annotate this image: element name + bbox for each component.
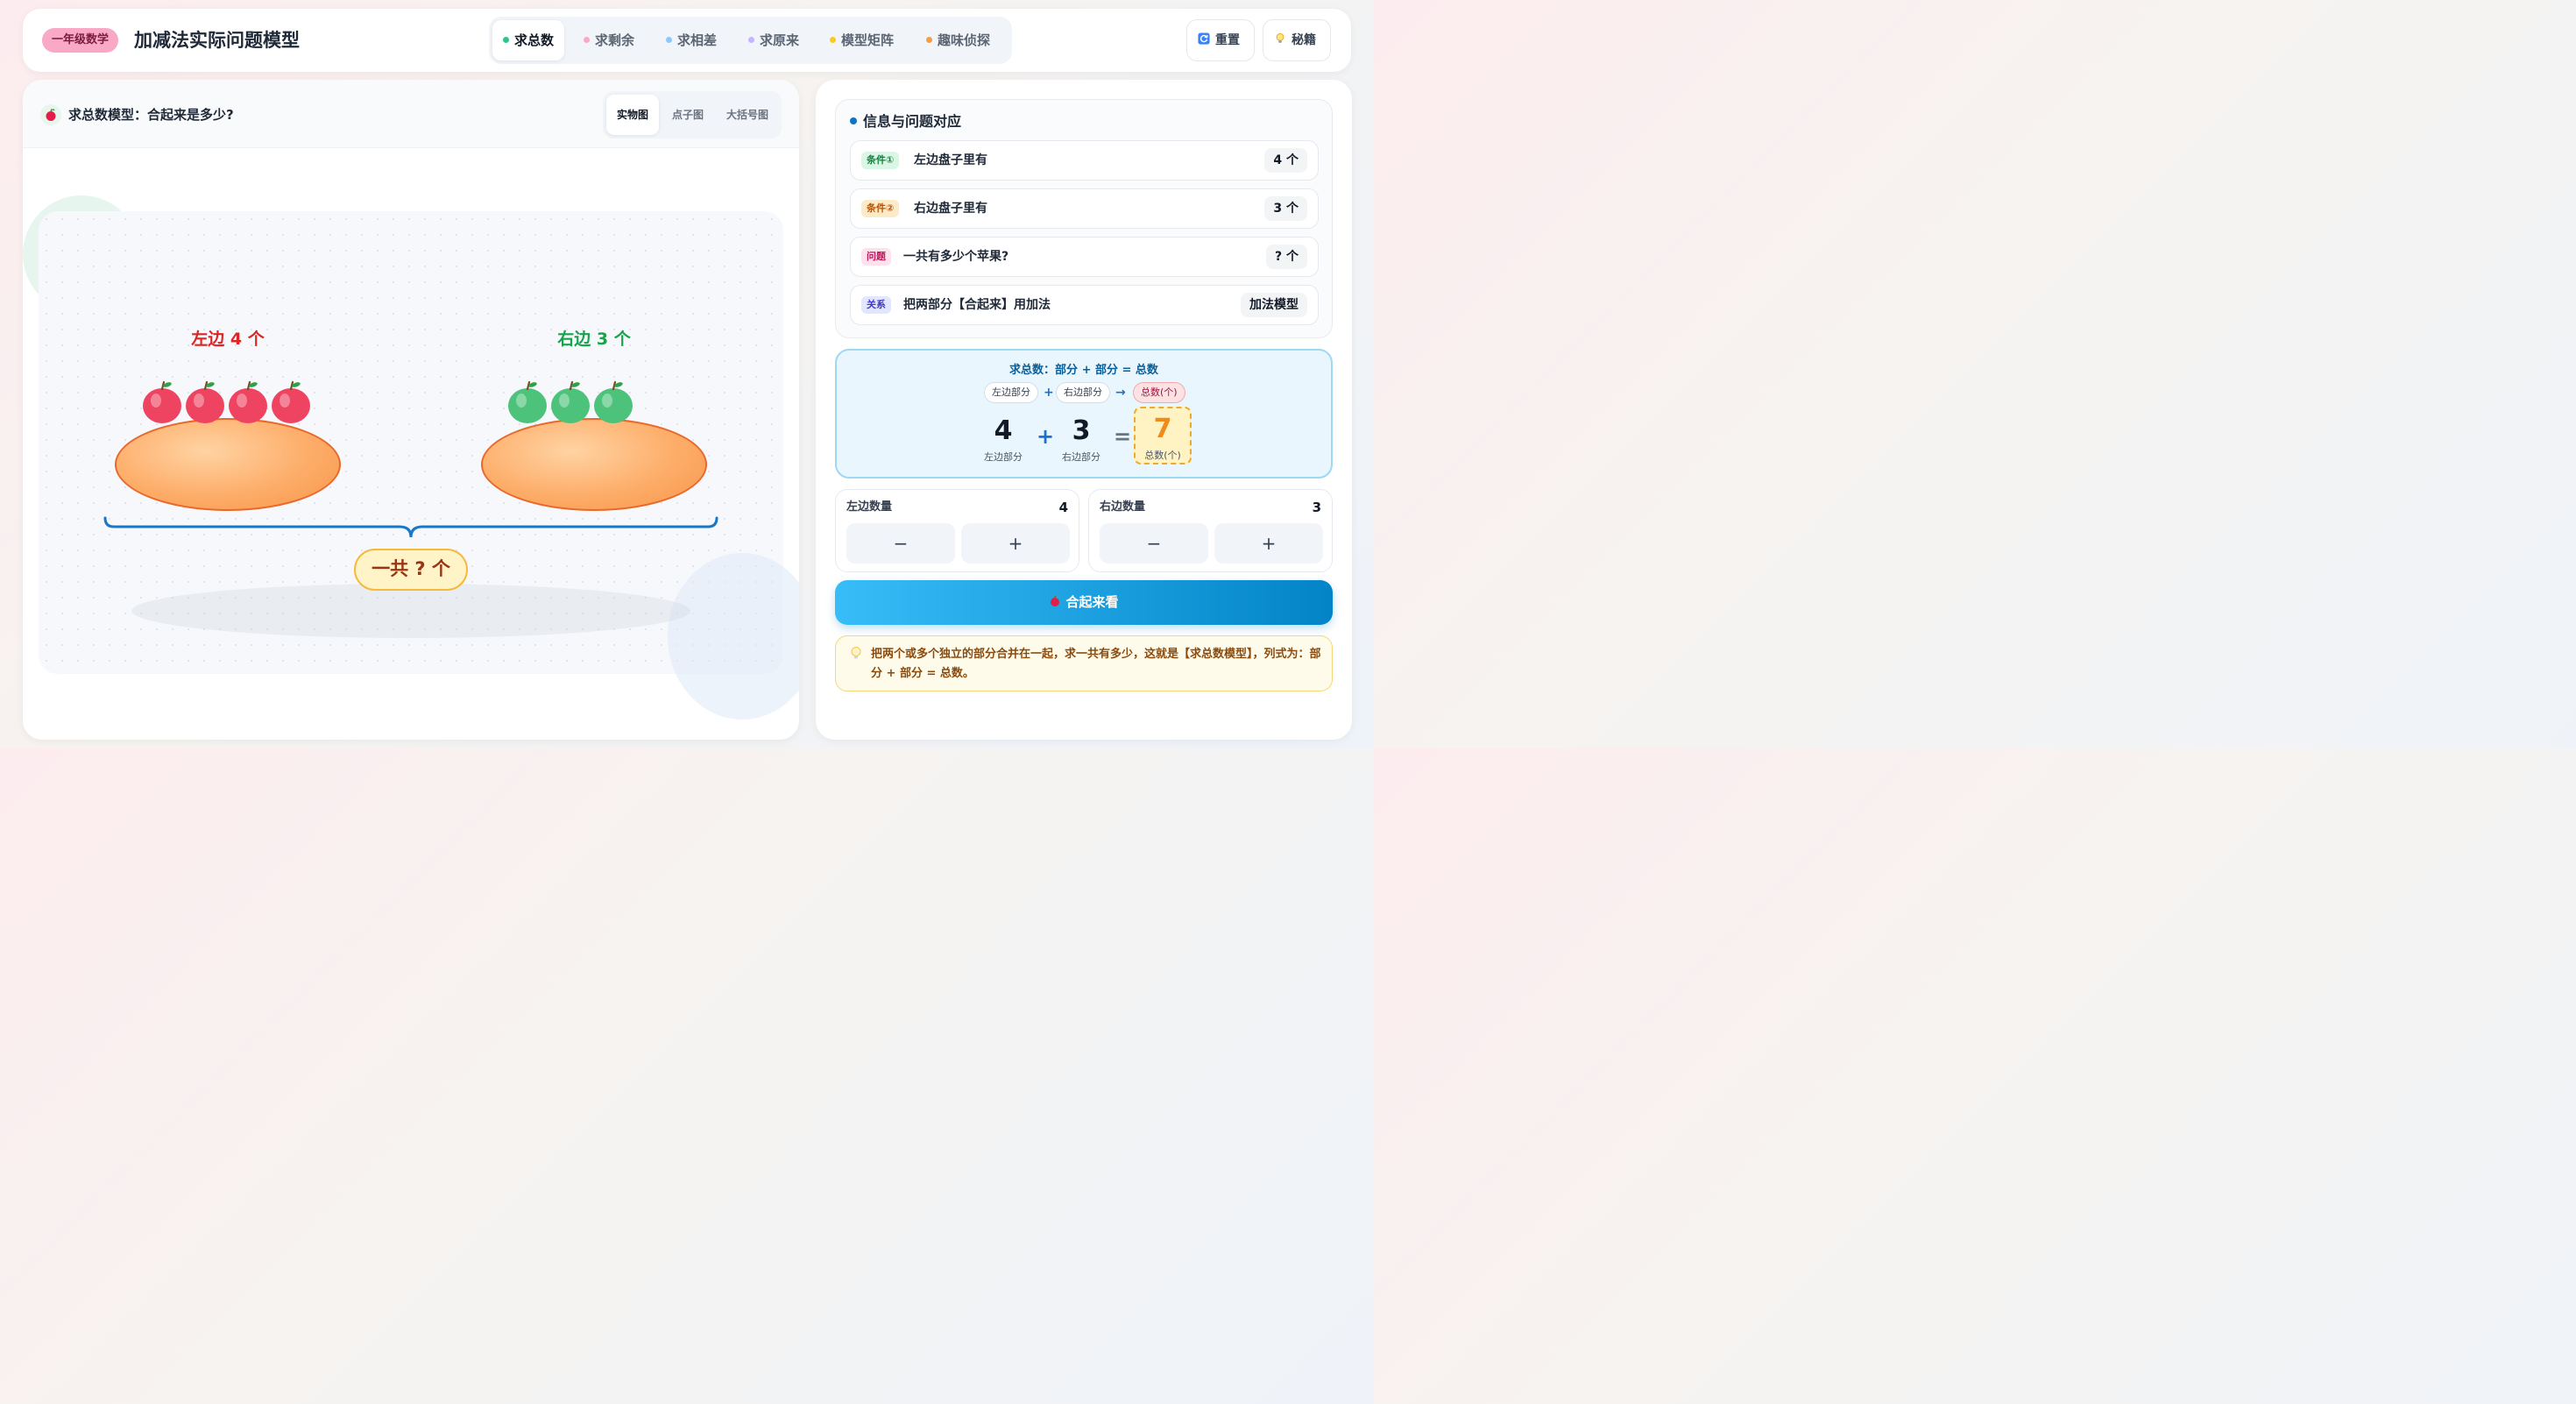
equation-equals: = — [1114, 424, 1132, 449]
equation-left-number: 4 — [994, 415, 1013, 446]
info-row-condition-1: 条件① 左边盘子里有 4 个 — [850, 140, 1319, 181]
apple-icon[interactable] — [506, 379, 549, 425]
condition-2-value: 3 个 — [1264, 196, 1307, 221]
relation-value: 加法模型 — [1241, 293, 1307, 317]
tab-model-matrix[interactable]: 模型矩阵 — [819, 20, 904, 60]
grade-badge: 一年级数学 — [42, 28, 119, 53]
chip-left-part: 左边部分 — [984, 382, 1038, 403]
info-panel: 信息与问题对应 条件① 左边盘子里有 4 个 条件② 右边盘子里有 3 个 问题… — [816, 80, 1352, 740]
right-increment-button[interactable]: + — [1214, 523, 1323, 564]
relation-text: 把两部分【合起来】用加法 — [903, 298, 1051, 312]
tab-dot-icon — [830, 37, 836, 43]
scene-header: 求总数模型：合起来是多少? 实物图 点子图 大括号图 — [23, 80, 799, 148]
chip-total: 总数(个) — [1133, 382, 1185, 403]
condition-1-text: 左边盘子里有 — [914, 153, 987, 167]
total-question-label: 一共 ? 个 — [354, 549, 468, 591]
apple-icon — [46, 109, 56, 121]
right-count-value: 3 — [1312, 500, 1321, 515]
lightbulb-icon — [1276, 32, 1284, 43]
equation-right-caption: 右边部分 — [1062, 451, 1100, 463]
apple-icon[interactable] — [183, 379, 227, 425]
info-mapping-card: 信息与问题对应 条件① 左边盘子里有 4 个 条件② 右边盘子里有 3 个 问题… — [835, 99, 1333, 338]
condition-1-tag: 条件① — [861, 152, 900, 169]
tab-fun-detective[interactable]: 趣味侦探 — [916, 20, 1001, 60]
right-plate[interactable] — [481, 418, 707, 511]
view-dot-diagram[interactable]: 点子图 — [661, 95, 715, 135]
tab-remaining[interactable]: 求剩余 — [573, 20, 645, 60]
equation-result-box: 7 总数(个) — [1134, 407, 1192, 464]
tab-total[interactable]: 求总数 — [492, 20, 565, 60]
model-title: 求总数：部分 + 部分 = 总数 — [1009, 364, 1158, 377]
left-count-label: 左边数量 — [846, 500, 893, 514]
left-increment-button[interactable]: + — [961, 523, 1070, 564]
scene-panel: 求总数模型：合起来是多少? 实物图 点子图 大括号图 左边 4 个 右边 3 个… — [23, 80, 799, 740]
apple-icon[interactable] — [591, 379, 635, 425]
left-count-value: 4 — [1058, 500, 1068, 515]
lightbulb-icon — [851, 647, 861, 659]
tip-card: 把两个或多个独立的部分合并在一起，求一共有多少，这就是【求总数模型】，列式为：部… — [835, 635, 1333, 691]
right-count-label: 右边数量 — [1100, 500, 1146, 514]
tab-difference[interactable]: 求相差 — [655, 20, 727, 60]
combine-button[interactable]: 合起来看 — [835, 580, 1333, 625]
tab-dot-icon — [748, 37, 754, 43]
floor-shadow — [131, 584, 690, 638]
equation-left-caption: 左边部分 — [984, 451, 1023, 463]
chip-plus: + — [1044, 386, 1054, 400]
tab-dot-icon — [503, 37, 509, 43]
apple-icon[interactable] — [140, 379, 184, 425]
equation-plus: + — [1037, 424, 1055, 449]
tab-dot-icon — [926, 37, 932, 43]
left-group-label: 左边 4 个 — [191, 330, 265, 349]
relation-tag: 关系 — [861, 296, 891, 314]
scene-title: 求总数模型：合起来是多少? — [68, 107, 234, 123]
tab-dot-icon — [666, 37, 672, 43]
apple-badge — [40, 104, 61, 125]
refresh-icon — [1198, 32, 1210, 45]
apple-icon[interactable] — [269, 379, 313, 425]
info-title: 信息与问题对应 — [850, 112, 961, 131]
page-title: 加减法实际问题模型 — [134, 30, 300, 51]
view-real-objects[interactable]: 实物图 — [606, 95, 659, 135]
info-row-relation: 关系 把两部分【合起来】用加法 加法模型 — [850, 285, 1319, 325]
equation-total-caption: 总数(个) — [1144, 450, 1181, 461]
left-count-control: 左边数量 4 − + — [835, 489, 1079, 572]
apple-icon — [1051, 595, 1060, 606]
question-value: ? 个 — [1266, 245, 1307, 269]
question-text: 一共有多少个苹果? — [903, 250, 1009, 264]
equation-model-card: 求总数：部分 + 部分 = 总数 左边部分 + 右边部分 → 总数(个) 4 左… — [835, 349, 1333, 479]
secret-tips-button[interactable]: 秘籍 — [1263, 19, 1331, 61]
apple-icon[interactable] — [226, 379, 270, 425]
equation-total-number: 7 — [1153, 414, 1172, 444]
info-row-question: 问题 一共有多少个苹果? ? 个 — [850, 237, 1319, 277]
app-header: 一年级数学 加减法实际问题模型 求总数 求剩余 求相差 求原来 模型矩阵 趣味侦… — [23, 9, 1351, 72]
tip-text: 把两个或多个独立的部分合并在一起，求一共有多少，这就是【求总数模型】，列式为：部… — [871, 648, 1321, 680]
right-decrement-button[interactable]: − — [1100, 523, 1208, 564]
condition-1-value: 4 个 — [1264, 148, 1307, 173]
left-decrement-button[interactable]: − — [846, 523, 955, 564]
equation-right-number: 3 — [1072, 415, 1091, 446]
chip-right-part: 右边部分 — [1056, 382, 1110, 403]
question-tag: 问题 — [861, 248, 891, 266]
info-row-condition-2: 条件② 右边盘子里有 3 个 — [850, 188, 1319, 229]
model-tabs: 求总数 求剩余 求相差 求原来 模型矩阵 趣味侦探 — [489, 17, 1012, 64]
condition-2-tag: 条件② — [861, 200, 900, 217]
tab-original[interactable]: 求原来 — [738, 20, 810, 60]
decor-circle — [668, 553, 799, 720]
total-brace — [103, 516, 718, 538]
right-count-control: 右边数量 3 − + — [1088, 489, 1333, 572]
view-switcher: 实物图 点子图 大括号图 — [603, 91, 782, 138]
chip-arrow: → — [1115, 386, 1126, 400]
bullet-icon — [850, 117, 857, 124]
condition-2-text: 右边盘子里有 — [914, 202, 987, 216]
left-plate[interactable] — [115, 418, 341, 511]
right-group-label: 右边 3 个 — [557, 330, 631, 349]
reset-button[interactable]: 重置 — [1186, 19, 1255, 61]
apple-icon[interactable] — [548, 379, 592, 425]
tab-dot-icon — [584, 37, 590, 43]
view-brace-diagram[interactable]: 大括号图 — [717, 95, 778, 135]
